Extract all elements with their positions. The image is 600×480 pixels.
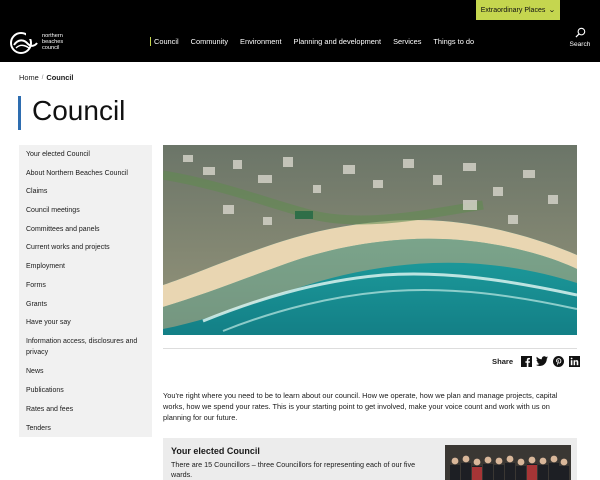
elected-council-card[interactable]: Your elected Council There are 15 Counci…	[163, 438, 577, 480]
search-icon	[574, 27, 585, 38]
title-accent-bar	[18, 96, 21, 130]
share-bar: Share	[492, 355, 580, 367]
extraordinary-places-label: Extraordinary Places	[480, 6, 546, 14]
hero-beach-image	[163, 145, 577, 335]
sidebar-item-forms[interactable]: Forms	[26, 280, 146, 291]
sidebar-nav: Your elected Council About Northern Beac…	[19, 145, 152, 437]
sidebar-item-news[interactable]: News	[26, 366, 146, 377]
content-divider	[163, 348, 577, 349]
breadcrumb: Home / Council	[19, 73, 74, 82]
chevron-down-icon: ⌄	[548, 7, 557, 14]
nav-item-council[interactable]: Council	[150, 37, 179, 46]
sidebar-item-publications[interactable]: Publications	[26, 385, 146, 396]
pinterest-icon[interactable]	[552, 355, 564, 367]
logo-wordmark: northern beaches council	[42, 33, 63, 51]
sidebar-item-tenders[interactable]: Tenders	[26, 423, 146, 434]
sidebar-item-grants[interactable]: Grants	[26, 299, 146, 310]
nav-item-community[interactable]: Community	[191, 37, 228, 46]
aerial-beach-illustration	[163, 145, 577, 335]
share-label: Share	[492, 356, 514, 366]
nav-item-environment[interactable]: Environment	[240, 37, 282, 46]
breadcrumb-separator-icon: /	[41, 74, 44, 81]
nav-item-services[interactable]: Services	[393, 37, 421, 46]
intro-paragraph: You're right where you need to be to lea…	[163, 391, 558, 422]
extraordinary-places-button[interactable]: Extraordinary Places ⌄	[476, 0, 560, 20]
sidebar-item-employment[interactable]: Employment	[26, 261, 146, 272]
councillors-photo	[445, 445, 571, 480]
search-label: Search	[569, 41, 591, 48]
twitter-icon[interactable]	[536, 355, 549, 367]
breadcrumb-current: Council	[46, 73, 74, 82]
sidebar-item-your-elected-council[interactable]: Your elected Council	[26, 149, 146, 160]
search-button[interactable]: Search	[567, 27, 593, 57]
sidebar-item-information-access[interactable]: Information access, disclosures and priv…	[26, 336, 146, 358]
page-title: Council	[32, 95, 126, 126]
sidebar-item-claims[interactable]: Claims	[26, 186, 146, 197]
breadcrumb-home[interactable]: Home	[19, 73, 39, 82]
linkedin-icon[interactable]	[568, 355, 580, 367]
sidebar-item-rates-and-fees[interactable]: Rates and fees	[26, 404, 146, 415]
sidebar-item-committees[interactable]: Committees and panels	[26, 224, 146, 235]
main-nav: Council Community Environment Planning a…	[150, 21, 486, 62]
nav-item-planning[interactable]: Planning and development	[294, 37, 382, 46]
card-text: There are 15 Councillors – three Council…	[171, 460, 416, 479]
logo-mark-icon	[10, 32, 38, 54]
facebook-icon[interactable]	[520, 355, 532, 367]
council-logo[interactable]: northern beaches council	[10, 30, 72, 56]
sidebar-item-council-meetings[interactable]: Council meetings	[26, 205, 146, 216]
card-title[interactable]: Your elected Council	[171, 446, 260, 456]
main-header: northern beaches council Council Communi…	[0, 21, 600, 62]
nav-item-things-to-do[interactable]: Things to do	[433, 37, 474, 46]
utility-bar: Extraordinary Places ⌄	[0, 0, 600, 21]
sidebar-item-have-your-say[interactable]: Have your say	[26, 317, 146, 328]
logo-line-council: council	[42, 44, 60, 51]
sidebar-item-about[interactable]: About Northern Beaches Council	[26, 168, 146, 179]
sidebar-item-current-works[interactable]: Current works and projects	[26, 242, 146, 253]
